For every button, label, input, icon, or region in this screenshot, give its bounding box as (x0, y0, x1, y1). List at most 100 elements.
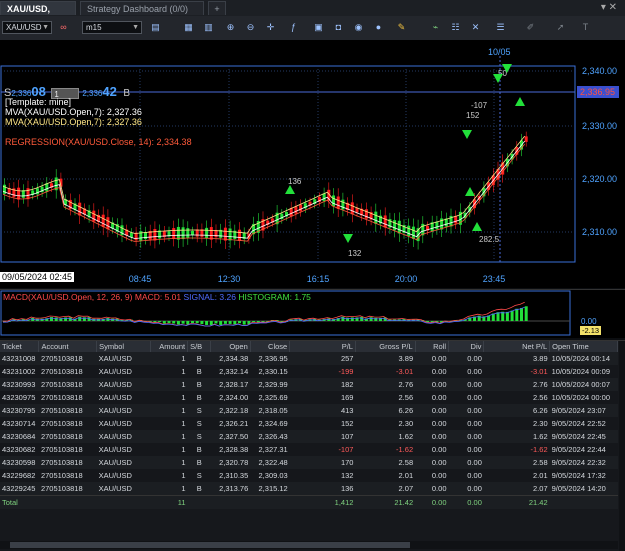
positions-table: Ticket Account Symbol Amount S/B Open Cl… (0, 341, 618, 509)
calendar-icon[interactable]: ▣ (313, 22, 324, 33)
col-account[interactable]: Account (38, 341, 98, 352)
pencil-icon[interactable]: ✎ (396, 22, 407, 33)
ask-price-prefix[interactable]: 2,336 (82, 89, 102, 98)
histogram-bar (162, 321, 166, 324)
properties-icon[interactable]: ☷ (450, 22, 461, 33)
add-tab-button[interactable]: + (208, 1, 226, 15)
table-cell: 0.00 (415, 417, 449, 430)
table-row[interactable]: 43231008 2705103818 XAU/USD 1 B 2,334.38 2,336… (0, 352, 618, 365)
table-cell: 2705103818 (38, 365, 97, 378)
table-cell: 2705103818 (38, 352, 97, 365)
zoom-out-icon[interactable]: ⊖ (245, 22, 256, 33)
table-cell: 0.00 (448, 391, 484, 404)
price-axis-label: 2,320.00 (582, 174, 617, 184)
col-close[interactable]: Close (250, 341, 291, 352)
window-controls[interactable]: ▾ ✕ (601, 2, 617, 13)
col-open[interactable]: Open (210, 341, 251, 352)
table-row[interactable]: 43230684 2705103818 XAU/USD 1 S 2,327.50 2,326… (0, 430, 618, 443)
table-cell: 2,309.03 (250, 469, 290, 482)
col-pl[interactable]: P/L (289, 341, 356, 352)
list-icon[interactable]: ☰ (495, 22, 506, 33)
screenshot-icon[interactable]: ◘ (333, 22, 344, 33)
buy-arrow-icon (285, 185, 295, 194)
histogram-bar (205, 321, 209, 325)
globe-icon[interactable]: ● (373, 22, 384, 33)
mva-label-2: MVA(XAU/USD.Open,7): 2,327.36 (5, 117, 142, 127)
col-symbol[interactable]: Symbol (96, 341, 151, 352)
table-cell: XAU/USD (96, 469, 151, 482)
table-cell: 0.00 (448, 482, 484, 496)
text-icon[interactable]: T (580, 22, 591, 33)
indicators-icon[interactable]: ƒ (288, 22, 299, 33)
col-side[interactable]: S/B (187, 341, 212, 352)
price-chart[interactable]: 08:45 12:30 16:15 20:00 23:45 2,340.00 2,330.0… (0, 40, 625, 288)
table-row[interactable]: 43230714 2705103818 XAU/USD 1 S 2,326.21 2,324… (0, 417, 618, 430)
timeframe-select[interactable]: m15 ▼ (82, 21, 142, 34)
table-scrollbar-horizontal[interactable] (0, 541, 618, 549)
grid-icon[interactable]: ▦ (183, 22, 194, 33)
table-cell: 1 (150, 469, 188, 482)
table-cell: 0.00 (448, 430, 484, 443)
bull-candle (411, 226, 415, 239)
col-ticket[interactable]: Ticket (0, 341, 40, 352)
col-gross-pl[interactable]: Gross P/L (355, 341, 416, 352)
table-cell: 1 (150, 404, 188, 417)
tab-strategy-dashboard[interactable]: Strategy Dashboard (0/0) (80, 1, 204, 15)
zoom-in-icon[interactable]: ⊕ (225, 22, 236, 33)
tab-chart-xauusd[interactable]: XAU/USD, m15× (0, 1, 76, 28)
col-div[interactable]: Div (448, 341, 485, 352)
tab-bar: XAU/USD, m15× Strategy Dashboard (0/0) +… (0, 0, 625, 28)
macd-panel[interactable]: MACD(XAU/USD.Open, 12, 26, 9) MACD: 5.01… (0, 289, 625, 338)
table-row[interactable]: 43230598 2705103818 XAU/USD 1 B 2,320.78 2,322… (0, 456, 618, 469)
crosshair-icon[interactable]: ✛ (265, 22, 276, 33)
table-cell: 10/05/2024 00:09 (549, 365, 618, 378)
table-cell: 2.76 (355, 378, 416, 391)
histogram-bar (167, 321, 171, 324)
table-cell: 2705103818 (38, 482, 97, 496)
trade-annotation: -107 (471, 101, 488, 110)
col-amount[interactable]: Amount (150, 341, 189, 352)
table-row[interactable]: 43230795 2705103818 XAU/USD 1 S 2,322.18 2,318… (0, 404, 618, 417)
table-cell: 152 (289, 417, 356, 430)
table-row[interactable]: 43231002 2705103818 XAU/USD 1 B 2,332.14 2,330… (0, 365, 618, 378)
table-row[interactable]: 43230993 2705103818 XAU/USD 1 B 2,328.17 2,329… (0, 378, 618, 391)
histogram-bar (172, 321, 176, 324)
scrollbar-thumb[interactable] (10, 542, 410, 548)
link-icon[interactable]: ∞ (58, 22, 69, 33)
table-cell: 1 (150, 443, 188, 456)
arrow-icon[interactable]: ➚ (555, 22, 566, 33)
buy-arrow-icon (515, 97, 525, 106)
total-empty (187, 495, 211, 509)
more-tools-icon[interactable]: ✐ (525, 22, 536, 33)
total-empty (38, 495, 97, 509)
total-roll: 0.00 (415, 495, 449, 509)
table-cell: 0.00 (415, 456, 449, 469)
settings-icon[interactable]: ◉ (353, 22, 364, 33)
table-cell: 2.07 (355, 482, 416, 496)
bear-candle (101, 214, 105, 228)
table-cell: 2705103818 (38, 378, 97, 391)
chevron-down-icon: ▼ (132, 24, 139, 31)
table-cell: 0.00 (448, 417, 484, 430)
signal-icon[interactable]: ⌁ (430, 22, 441, 33)
chart-type-icon[interactable]: ▤ (150, 22, 161, 33)
bull-candle (435, 221, 439, 230)
quick-trade-panel: S2,33608 1 2,33642 B (4, 84, 130, 100)
chevron-down-icon: ▼ (42, 24, 49, 31)
table-row[interactable]: 43229245 2705103818 XAU/USD 1 B 2,313.76 2,315… (0, 482, 618, 496)
col-open-time[interactable]: Open Time (549, 341, 618, 352)
bull-candle (205, 227, 209, 239)
table-cell: 3.89 (355, 352, 416, 365)
table-cell: 9/05/2024 23:07 (549, 404, 618, 417)
table-scrollbar-vertical[interactable] (619, 341, 625, 551)
buy-label[interactable]: B (123, 88, 130, 99)
layout-icon[interactable]: ▥ (203, 22, 214, 33)
table-row[interactable]: 43230975 2705103818 XAU/USD 1 B 2,324.00 2,325… (0, 391, 618, 404)
table-row[interactable]: 43229682 2705103818 XAU/USD 1 S 2,310.35 2,309… (0, 469, 618, 482)
col-net-pl[interactable]: Net P/L (483, 341, 551, 352)
symbol-select[interactable]: XAU/USD ▼ (2, 21, 52, 34)
delete-icon[interactable]: ✕ (470, 22, 481, 33)
table-row[interactable]: 43230682 2705103818 XAU/USD 1 B 2,328.38 2,327… (0, 443, 618, 456)
ask-price-big[interactable]: 42 (102, 84, 116, 99)
col-roll[interactable]: Roll (415, 341, 450, 352)
